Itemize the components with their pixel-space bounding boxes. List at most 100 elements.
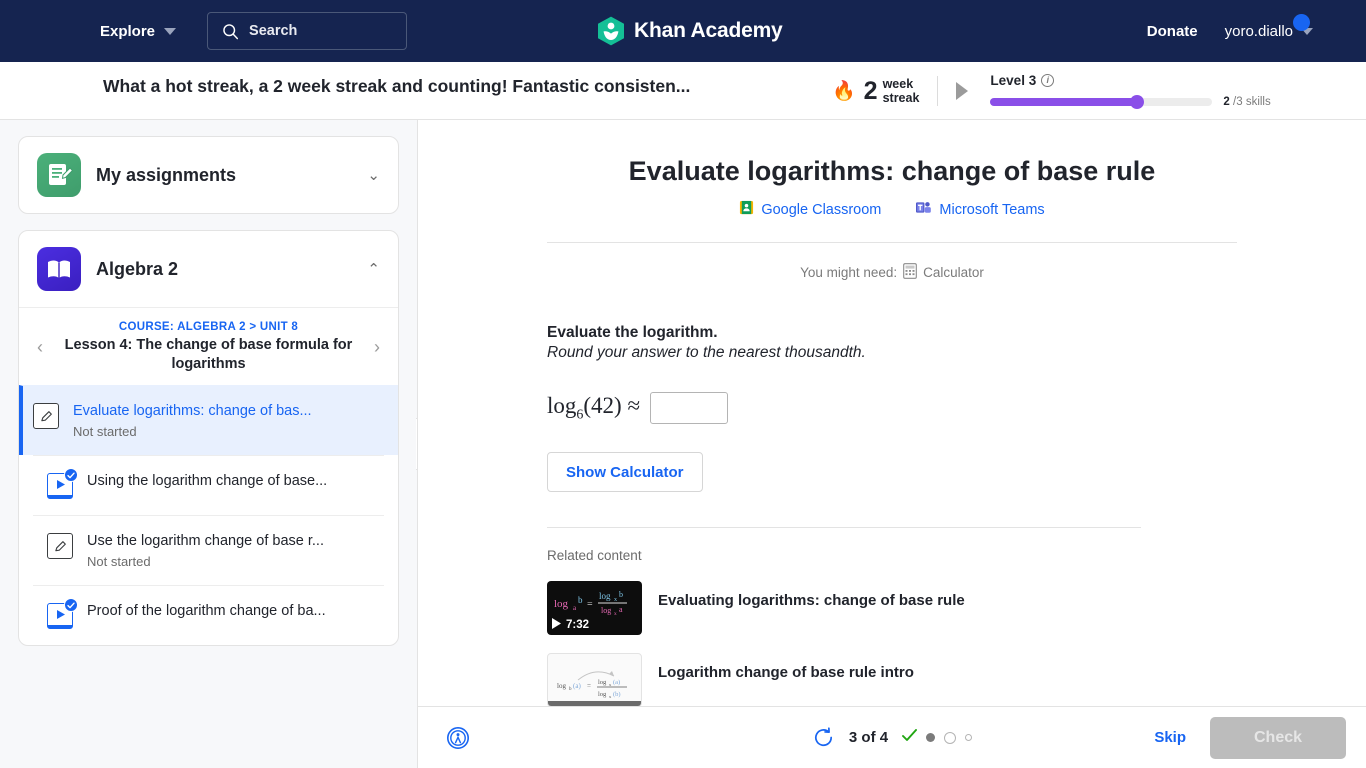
user-name-label: yoro.diallo	[1224, 22, 1293, 40]
my-assignments-card: My assignments ⌄	[18, 136, 399, 214]
donate-link[interactable]: Donate	[1147, 23, 1198, 40]
google-classroom-label: Google Classroom	[761, 201, 882, 218]
khan-academy-logo[interactable]: Khan Academy	[597, 16, 783, 46]
google-classroom-icon	[739, 200, 754, 219]
level-progress-knob	[1129, 94, 1144, 109]
skills-count-label: 2 /3 skills	[1223, 96, 1270, 108]
chevron-up-icon[interactable]: ⌃	[367, 260, 380, 278]
related-content-item[interactable]: log b (a) = log x (a) log x (b) Logarith…	[547, 653, 1237, 706]
video-icon	[47, 468, 78, 499]
calculator-link[interactable]: Calculator	[923, 265, 984, 280]
breadcrumb: COURSE: ALGEBRA 2 > UNIT 8	[53, 321, 364, 333]
you-might-need-label: You might need:	[800, 265, 898, 280]
breadcrumb-separator: >	[249, 321, 257, 333]
show-calculator-button[interactable]: Show Calculator	[547, 452, 703, 492]
google-classroom-link[interactable]: Google Classroom	[739, 200, 881, 219]
svg-text:x: x	[614, 597, 617, 603]
answer-input[interactable]	[650, 392, 729, 424]
sidebar-collapse-button[interactable]	[416, 418, 417, 470]
svg-text:(a): (a)	[573, 682, 581, 690]
list-item-title: Using the logarithm change of base...	[87, 473, 328, 489]
svg-text:=: =	[587, 599, 593, 610]
math-fn: log	[547, 392, 577, 418]
list-item[interactable]: Proof of the logarithm change of ba...	[33, 585, 384, 645]
svg-text:b: b	[619, 590, 623, 599]
lesson-list: Evaluate logarithms: change of bas... Not…	[19, 385, 398, 645]
svg-text:(b): (b)	[613, 691, 621, 698]
my-assignments-header[interactable]: My assignments ⌄	[19, 137, 398, 213]
marker-correct-icon	[902, 728, 918, 747]
level-progress-bar	[990, 94, 1213, 109]
list-item-status: Not started	[87, 554, 151, 569]
exercise-pencil-icon	[33, 403, 59, 429]
chevron-down-icon[interactable]: ⌄	[367, 166, 380, 184]
user-menu[interactable]: yoro.diallo	[1224, 13, 1313, 40]
progress-indicator-group: 3 of 4	[418, 726, 1366, 749]
expand-streak-icon[interactable]	[956, 82, 969, 100]
book-icon	[37, 247, 81, 291]
level-title-row: Level 3 i	[990, 73, 1270, 88]
divider	[547, 242, 1237, 243]
list-item-text: Proof of the logarithm change of ba...	[87, 602, 374, 621]
search-icon	[222, 23, 239, 40]
lesson-navigator: ‹ COURSE: ALGEBRA 2 > UNIT 8 Lesson 4: T…	[19, 307, 398, 385]
exercise-scroll-area: Evaluate logarithms: change of base rule…	[418, 120, 1366, 706]
level-progress-fill	[990, 97, 1137, 106]
microsoft-teams-label: Microsoft Teams	[939, 201, 1045, 218]
streak-word-top: week	[882, 77, 914, 91]
svg-text:log: log	[554, 598, 569, 610]
list-item-text: Evaluate logarithms: change of bas... Not…	[73, 402, 384, 439]
exercise-main-panel: Evaluate logarithms: change of base rule…	[417, 120, 1366, 768]
leaf-hexagon-icon	[598, 16, 624, 46]
list-item[interactable]: Use the logarithm change of base r... Not…	[33, 515, 384, 585]
you-might-need-row: You might need: Calculator	[418, 263, 1366, 282]
related-content-title: Evaluating logarithms: change of base ru…	[658, 592, 965, 609]
math-expression: log6(42) ≈	[547, 393, 640, 424]
math-relation: ≈	[627, 392, 641, 418]
page-body: My assignments ⌄ Algebra 2 ⌃ ‹ COURSE: A…	[0, 120, 1366, 768]
exercise-bottom-bar: 3 of 4 Skip Check	[418, 706, 1366, 768]
video-icon	[47, 598, 78, 629]
algebra2-card: Algebra 2 ⌃ ‹ COURSE: ALGEBRA 2 > UNIT 8…	[18, 230, 399, 646]
skills-total: /3 skills	[1233, 95, 1271, 108]
question-markers	[902, 728, 973, 747]
marker-upcoming	[944, 731, 957, 744]
related-content-label: Related content	[547, 548, 642, 563]
next-lesson-button[interactable]: ›	[370, 337, 384, 358]
list-item-text: Using the logarithm change of base...	[87, 472, 374, 491]
marker-current	[926, 733, 936, 742]
calculator-icon	[903, 263, 917, 282]
flame-icon: 🔥	[832, 80, 856, 102]
my-assignments-label: My assignments	[96, 164, 237, 185]
explore-menu[interactable]: Explore	[100, 22, 177, 40]
previous-lesson-button[interactable]: ‹	[33, 337, 47, 358]
svg-text:=: =	[587, 682, 591, 690]
explore-label: Explore	[100, 22, 156, 40]
video-thumbnail: log b (a) = log x (a) log x (b)	[547, 653, 642, 706]
video-thumbnail: log a b = log x b log x a 7:32	[547, 581, 642, 635]
list-item-title: Use the logarithm change of base r...	[87, 533, 324, 549]
chevron-down-icon	[164, 27, 177, 35]
algebra2-header[interactable]: Algebra 2 ⌃	[19, 231, 398, 307]
course-sidebar: My assignments ⌄ Algebra 2 ⌃ ‹ COURSE: A…	[0, 120, 417, 768]
question-subprompt: Round your answer to the nearest thousan…	[547, 344, 866, 361]
video-duration: 7:32	[566, 619, 590, 631]
refresh-icon[interactable]	[812, 726, 835, 749]
search-input[interactable]: Search	[207, 12, 408, 50]
microsoft-teams-icon	[915, 200, 932, 219]
breadcrumb-course[interactable]: COURSE: ALGEBRA 2	[119, 321, 246, 333]
related-content-item[interactable]: log a b = log x b log x a 7:32 Evaluatin…	[547, 581, 1237, 635]
svg-text:log: log	[599, 591, 611, 601]
top-navigation-bar: Explore Search Khan Academy Donate yoro.…	[0, 0, 1366, 62]
microsoft-teams-link[interactable]: Microsoft Teams	[915, 200, 1045, 219]
play-icon	[552, 618, 561, 632]
svg-text:x: x	[609, 682, 612, 687]
streak-message: What a hot streak, a 2 week streak and c…	[103, 76, 691, 96]
list-item[interactable]: Evaluate logarithms: change of bas... Not…	[19, 385, 398, 455]
list-item[interactable]: Using the logarithm change of base...	[33, 455, 384, 515]
svg-text:log: log	[557, 682, 566, 690]
video-duration-badge: 7:32	[552, 618, 589, 632]
breadcrumb-unit[interactable]: UNIT 8	[260, 321, 298, 333]
info-icon[interactable]: i	[1041, 73, 1055, 87]
streak-count: 2	[863, 76, 878, 105]
